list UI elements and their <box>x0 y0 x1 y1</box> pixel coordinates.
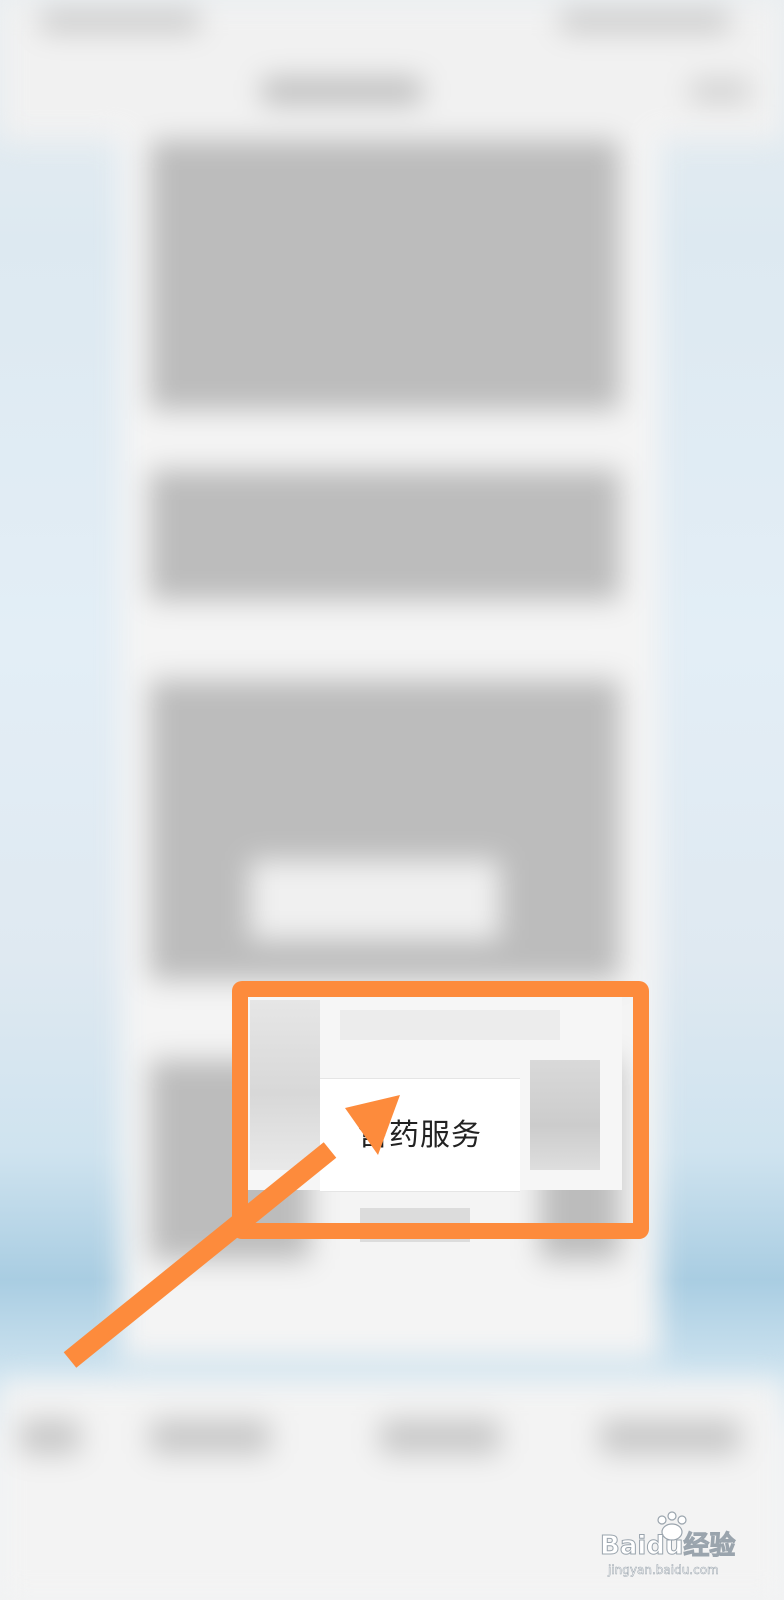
status-bar-right <box>560 10 730 32</box>
content-gap <box>250 860 500 940</box>
page-title <box>262 78 422 104</box>
bottom-nav-item[interactable] <box>150 1420 270 1454</box>
header-action[interactable] <box>690 80 750 102</box>
content-block <box>150 140 620 410</box>
screen: 售药服务 Baidu经验 jingyan.baidu.com <box>0 0 784 1600</box>
bottom-nav-item[interactable] <box>380 1420 500 1454</box>
baidu-jingyan-watermark: Baidu经验 jingyan.baidu.com <box>600 1511 736 1577</box>
watermark-url: jingyan.baidu.com <box>607 1563 719 1577</box>
bottom-nav-item[interactable] <box>20 1420 80 1454</box>
content-block <box>150 470 620 600</box>
bottom-nav-item[interactable] <box>600 1420 740 1454</box>
blurred-background <box>0 0 784 1600</box>
status-bar-left <box>40 10 200 32</box>
watermark-brand: Baidu经验 <box>600 1530 735 1561</box>
highlight-box <box>232 981 649 1239</box>
